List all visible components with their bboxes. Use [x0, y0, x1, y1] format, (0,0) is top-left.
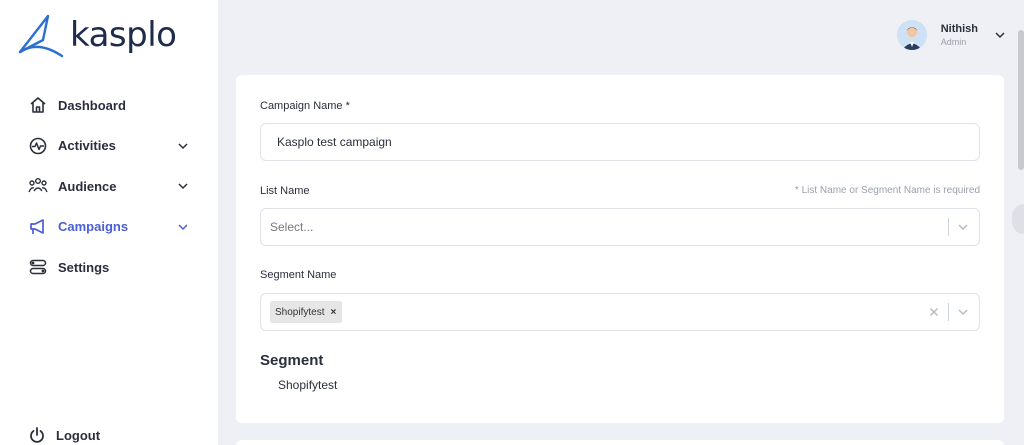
- select-separator: [948, 218, 949, 236]
- user-role: Admin: [940, 36, 967, 47]
- megaphone-icon: [28, 217, 48, 237]
- campaign-name-input[interactable]: Kasplo test campaign: [260, 123, 980, 161]
- sidebar-item-campaigns[interactable]: Campaigns: [0, 207, 218, 248]
- sidebar-item-activities[interactable]: Activities: [0, 126, 218, 167]
- segment-section-title: Segment: [260, 352, 324, 369]
- logout-label: Logout: [56, 427, 101, 443]
- chevron-down-icon[interactable]: [994, 29, 1006, 41]
- avatar: [896, 20, 927, 50]
- segment-tag: Shopifytest ×: [270, 301, 343, 323]
- chevron-down-icon[interactable]: [957, 306, 969, 318]
- sidebar-nav: Dashboard Activities Audience Campaigns: [0, 85, 218, 288]
- chevron-down-icon[interactable]: [957, 221, 969, 233]
- sidebar-item-label: Activities: [58, 138, 116, 154]
- campaign-form-card: Campaign Name * Kasplo test campaign Lis…: [236, 75, 1004, 423]
- brand-name: kasplo: [70, 15, 177, 55]
- chevron-down-icon: [178, 183, 188, 190]
- list-name-hint: * List Name or Segment Name is required: [794, 185, 980, 196]
- chevron-down-icon: [178, 143, 188, 149]
- list-name-placeholder: Select...: [270, 220, 314, 234]
- sidebar-item-label: Audience: [58, 178, 117, 194]
- pulse-icon: [28, 136, 48, 156]
- brand-logo[interactable]: kasplo: [18, 12, 177, 58]
- page-scrollbar[interactable]: [1018, 30, 1024, 170]
- sidebar-item-label: Campaigns: [58, 219, 129, 235]
- sidebar-item-label: Settings: [58, 259, 110, 275]
- segment-name-label: Segment Name: [260, 269, 337, 281]
- power-icon: [30, 427, 44, 443]
- side-handle[interactable]: [1012, 204, 1024, 234]
- next-card: [236, 440, 1004, 445]
- segment-section-value: Shopifytest: [278, 378, 338, 392]
- campaign-name-label: Campaign Name *: [260, 100, 350, 112]
- sidebar: kasplo Dashboard Activities Audience Cam…: [0, 0, 218, 445]
- users-icon: [28, 176, 48, 196]
- sidebar-item-settings[interactable]: Settings: [0, 247, 218, 288]
- segment-tag-label: Shopifytest: [275, 306, 325, 318]
- list-name-select[interactable]: Select...: [260, 208, 980, 246]
- kasplo-logo-icon: [18, 14, 64, 58]
- campaign-name-value: Kasplo test campaign: [277, 135, 392, 149]
- sidebar-item-label: Dashboard: [58, 97, 126, 113]
- remove-tag-icon[interactable]: ×: [330, 307, 336, 318]
- home-icon: [28, 95, 48, 115]
- clear-icon[interactable]: [928, 306, 940, 318]
- list-name-label: List Name: [260, 185, 310, 197]
- sidebar-item-dashboard[interactable]: Dashboard: [0, 85, 218, 126]
- select-separator: [948, 303, 949, 321]
- user-name: Nithish: [940, 22, 978, 35]
- segment-name-select[interactable]: Shopifytest ×: [260, 293, 980, 331]
- chevron-down-icon: [178, 224, 188, 230]
- user-menu[interactable]: Nithish Admin: [896, 20, 1006, 50]
- logout-button[interactable]: Logout: [28, 426, 100, 444]
- sidebar-item-audience[interactable]: Audience: [0, 166, 218, 207]
- toggles-icon: [28, 257, 48, 277]
- user-info: Nithish Admin: [941, 23, 978, 48]
